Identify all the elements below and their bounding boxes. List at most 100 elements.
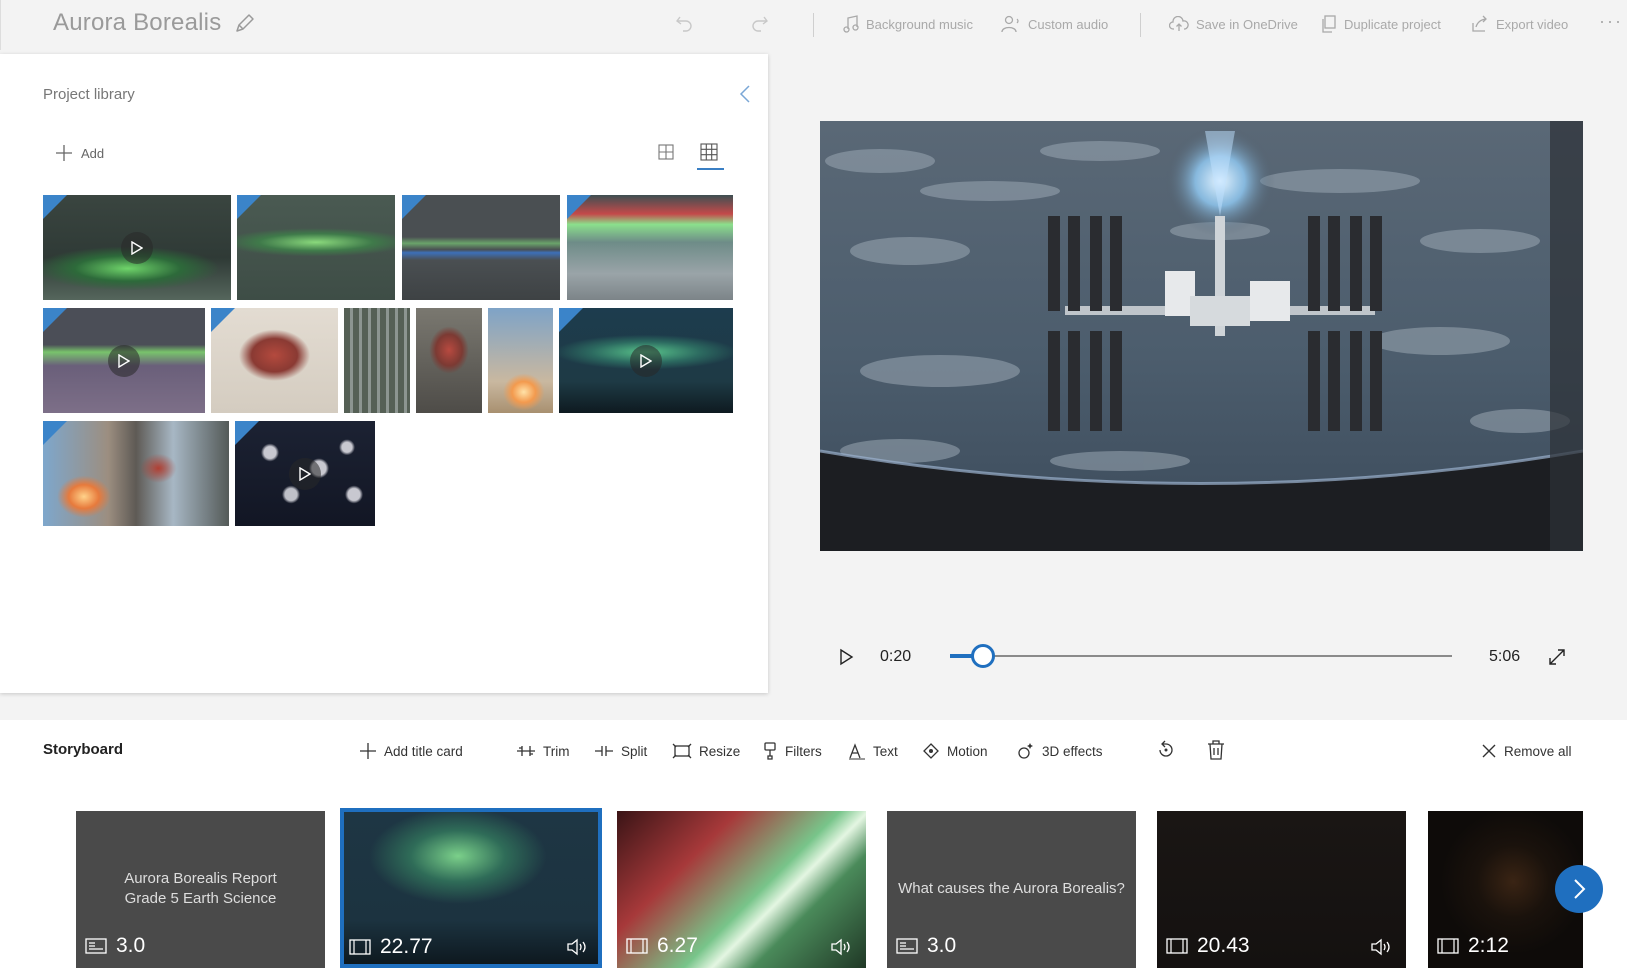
play-icon[interactable] bbox=[838, 648, 854, 666]
duplicate-project-button[interactable]: Duplicate project bbox=[1321, 13, 1441, 35]
library-thumbnail-earth-horizon[interactable] bbox=[567, 195, 733, 300]
video-preview[interactable] bbox=[820, 121, 1583, 551]
play-icon bbox=[289, 457, 321, 490]
remove-all-button[interactable]: Remove all bbox=[1481, 740, 1572, 762]
storyboard-card-title-2[interactable]: What causes the Aurora Borealis? 3.0 bbox=[887, 811, 1136, 968]
video-clip-icon bbox=[349, 939, 371, 955]
toolbar-separator bbox=[1140, 13, 1141, 37]
add-title-card-button[interactable]: Add title card bbox=[359, 740, 463, 762]
large-grid-view-icon[interactable] bbox=[658, 144, 674, 160]
add-media-button[interactable]: Add bbox=[55, 144, 104, 162]
rotate-icon[interactable] bbox=[1156, 740, 1176, 760]
add-title-card-label: Add title card bbox=[384, 743, 463, 759]
card-duration: 3.0 bbox=[116, 934, 146, 957]
chevron-right-icon bbox=[1574, 879, 1586, 899]
library-thumbnail-aurora-3[interactable] bbox=[402, 195, 560, 300]
card-duration: 20.43 bbox=[1197, 934, 1250, 957]
split-icon bbox=[595, 746, 613, 756]
filters-brush-icon bbox=[764, 742, 776, 760]
play-icon bbox=[108, 344, 140, 377]
storyboard-card-video-2[interactable]: 6.27 bbox=[617, 811, 866, 968]
title-card-line-1: What causes the Aurora Borealis? bbox=[898, 880, 1125, 897]
more-options-button[interactable]: ··· bbox=[1599, 11, 1623, 32]
background-music-label: Background music bbox=[866, 16, 973, 32]
play-icon bbox=[630, 344, 662, 377]
library-thumbnail-aurora-1[interactable] bbox=[43, 195, 231, 300]
storyboard-card-video-selected[interactable]: 22.77 bbox=[340, 808, 602, 968]
motion-button[interactable]: Motion bbox=[922, 740, 988, 762]
library-thumbnail-launch-collage[interactable] bbox=[43, 421, 229, 526]
cloud-upload-icon bbox=[1169, 16, 1189, 31]
fullscreen-expand-icon[interactable] bbox=[1548, 648, 1566, 666]
library-thumbnail-rocket-launch[interactable] bbox=[488, 308, 553, 413]
added-corner-badge bbox=[235, 421, 259, 445]
collapse-library-chevron-left-icon[interactable] bbox=[738, 84, 752, 104]
export-video-button[interactable]: Export video bbox=[1471, 13, 1568, 35]
card-duration: 3.0 bbox=[927, 934, 957, 957]
split-label: Split bbox=[621, 743, 648, 759]
split-button[interactable]: Split bbox=[594, 740, 647, 762]
card-duration: 22.77 bbox=[380, 935, 433, 958]
plus-icon bbox=[56, 145, 72, 161]
trim-label: Trim bbox=[543, 743, 570, 759]
library-thumbnail-aurora-2[interactable] bbox=[237, 195, 395, 300]
current-time: 0:20 bbox=[880, 648, 912, 665]
text-label: Text bbox=[873, 743, 898, 759]
title-card-icon bbox=[896, 938, 918, 954]
seek-slider-thumb[interactable] bbox=[970, 644, 995, 668]
scroll-right-button[interactable] bbox=[1555, 865, 1603, 913]
library-thumbnail-aurora-4[interactable] bbox=[43, 308, 205, 413]
project-title[interactable]: Aurora Borealis bbox=[53, 9, 221, 37]
plus-icon bbox=[360, 743, 376, 759]
background-music-button[interactable]: Background music bbox=[843, 13, 973, 35]
storyboard-card-title-1[interactable]: Aurora Borealis Report Grade 5 Earth Sci… bbox=[76, 811, 325, 968]
library-thumbnail-capsule[interactable] bbox=[211, 308, 338, 413]
title-card-icon bbox=[85, 938, 107, 954]
storyboard-title: Storyboard bbox=[43, 741, 124, 758]
undo-icon[interactable] bbox=[674, 13, 694, 33]
project-library-panel: Project library Add bbox=[0, 54, 768, 693]
text-button[interactable]: Text bbox=[848, 740, 898, 762]
library-thumbnail-launch-tower[interactable] bbox=[344, 308, 410, 413]
speaker-audio-icon[interactable] bbox=[830, 938, 854, 956]
added-corner-badge bbox=[402, 195, 426, 219]
library-thumbnail-aurora-5[interactable] bbox=[559, 308, 733, 413]
trim-icon bbox=[517, 746, 535, 756]
custom-audio-button[interactable]: Custom audio bbox=[1001, 13, 1108, 35]
resize-button[interactable]: Resize bbox=[672, 740, 740, 762]
pencil-icon[interactable] bbox=[234, 12, 256, 34]
library-thumbnail-rocket-nose[interactable] bbox=[416, 308, 482, 413]
video-clip-icon bbox=[1166, 938, 1188, 954]
play-icon bbox=[121, 231, 153, 264]
custom-audio-label: Custom audio bbox=[1028, 16, 1109, 32]
redo-icon[interactable] bbox=[750, 13, 770, 33]
library-title: Project library bbox=[43, 86, 135, 103]
copy-icon bbox=[1322, 15, 1336, 33]
added-corner-badge bbox=[43, 195, 67, 219]
seek-track[interactable] bbox=[950, 654, 1452, 658]
close-icon bbox=[1482, 744, 1496, 758]
card-duration: 6.27 bbox=[657, 934, 698, 957]
filters-button[interactable]: Filters bbox=[762, 740, 822, 762]
added-corner-badge bbox=[43, 308, 67, 332]
delete-trash-icon[interactable] bbox=[1207, 740, 1225, 760]
small-grid-view-icon[interactable] bbox=[700, 143, 718, 161]
library-thumbnail-clouds-night[interactable] bbox=[235, 421, 375, 526]
save-onedrive-button[interactable]: Save in OneDrive bbox=[1169, 13, 1298, 35]
3d-effects-button[interactable]: 3D effects bbox=[1017, 740, 1103, 762]
toolbar-separator bbox=[813, 13, 814, 37]
text-icon bbox=[849, 743, 865, 760]
speaker-audio-icon[interactable] bbox=[1370, 938, 1394, 956]
trim-button[interactable]: Trim bbox=[516, 740, 570, 762]
person-audio-icon bbox=[1001, 15, 1019, 33]
added-corner-badge bbox=[211, 308, 235, 332]
music-note-icon bbox=[843, 15, 859, 33]
top-bar: Aurora Borealis Background music Custom … bbox=[0, 0, 1627, 50]
storyboard-panel: Storyboard Add title card Trim Split Res… bbox=[0, 720, 1627, 968]
speaker-audio-icon[interactable] bbox=[566, 938, 590, 956]
resize-icon bbox=[672, 743, 692, 759]
export-video-label: Export video bbox=[1496, 16, 1569, 32]
storyboard-card-video-3[interactable]: 20.43 bbox=[1157, 811, 1406, 968]
active-view-indicator bbox=[697, 168, 724, 170]
motion-icon bbox=[923, 743, 939, 759]
